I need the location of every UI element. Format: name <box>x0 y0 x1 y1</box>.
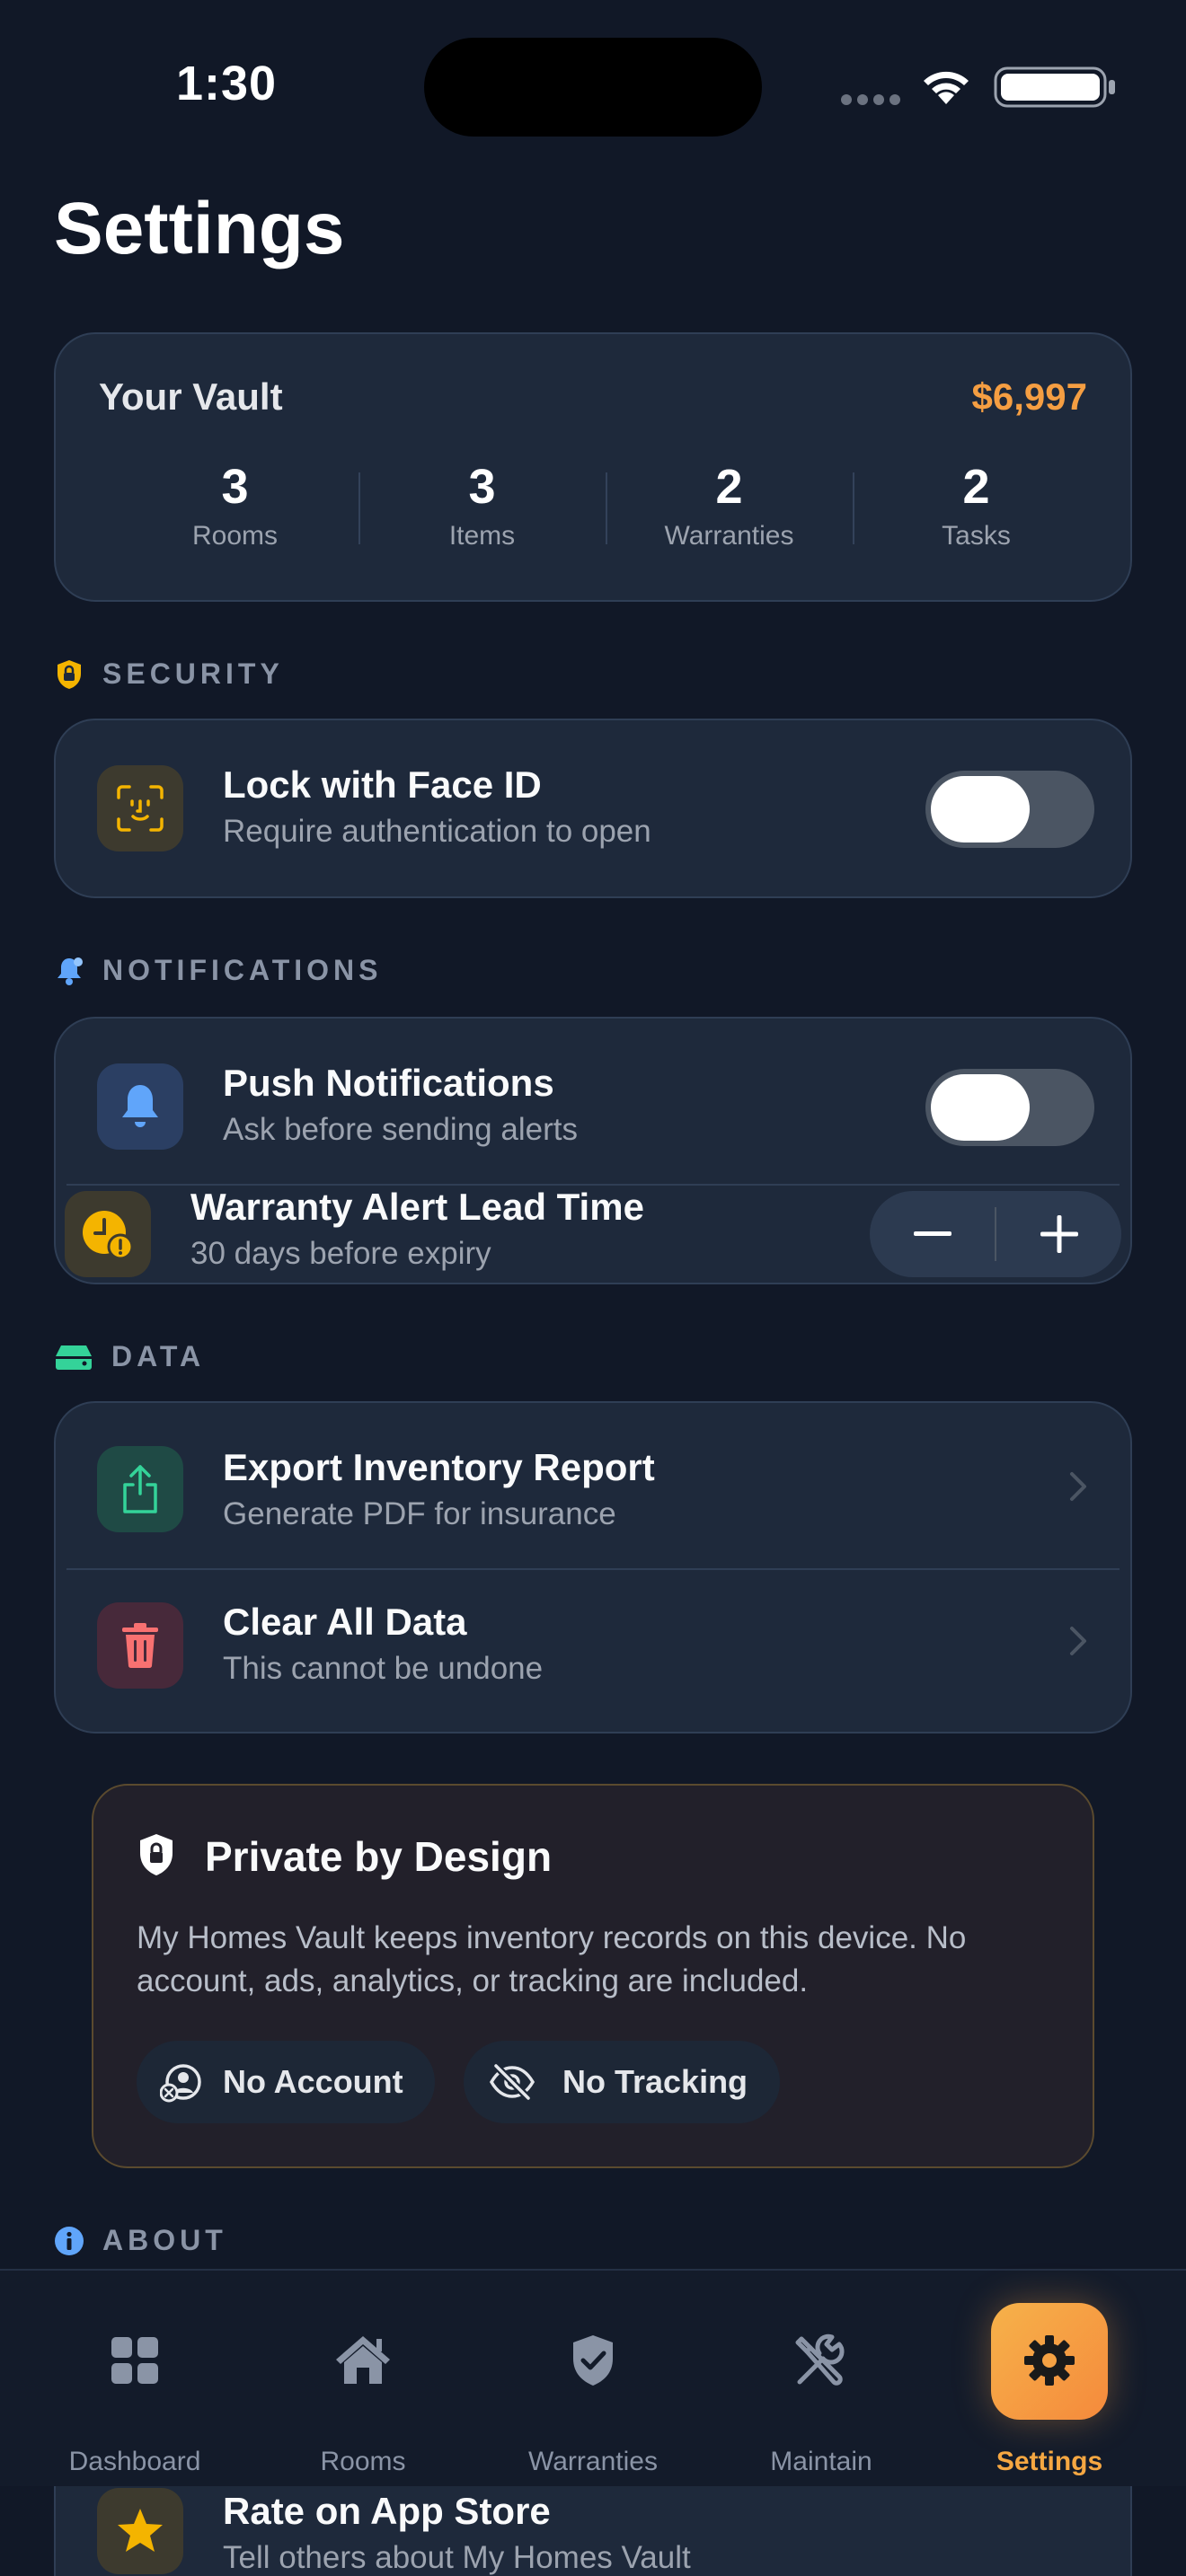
clock-alert-icon <box>65 1191 151 1277</box>
tab-label: Maintain <box>770 2447 872 2476</box>
vault-title: Your Vault <box>99 375 283 418</box>
export-report-subtitle: Generate PDF for insurance <box>223 1496 616 1531</box>
stat-rooms: 3 Rooms <box>111 460 358 559</box>
stat-label: Warranties <box>664 521 794 551</box>
section-label: NOTIFICATIONS <box>102 954 383 986</box>
tab-label: Settings <box>996 2447 1103 2476</box>
bell-icon <box>97 1063 183 1150</box>
tab-rooms[interactable]: Rooms <box>244 2271 482 2486</box>
section-header-notifications: NOTIFICATIONS <box>54 954 383 987</box>
vault-summary-card: Your Vault $6,997 3 Rooms 3 Items 2 Warr… <box>54 332 1132 602</box>
section-header-about: ABOUT <box>54 2224 227 2257</box>
info-icon <box>54 2226 84 2256</box>
rate-app-subtitle: Tell others about My Homes Vault <box>223 2540 691 2575</box>
cellular-signal-icon <box>841 93 906 110</box>
rate-app-row[interactable]: Rate on App Store Tell others about My H… <box>56 2484 1130 2576</box>
section-header-security: SECURITY <box>54 657 284 691</box>
wifi-icon <box>924 71 969 104</box>
warranty-lead-time-row: Warranty Alert Lead Time 30 days before … <box>56 1186 1130 1283</box>
gear-icon <box>1019 2330 1080 2391</box>
stat-label: Tasks <box>942 521 1011 551</box>
tab-settings[interactable]: Settings <box>931 2271 1168 2486</box>
privacy-card: Private by Design My Homes Vault keeps i… <box>92 1784 1094 2168</box>
clear-data-subtitle: This cannot be undone <box>223 1651 544 1686</box>
dynamic-island <box>424 38 762 137</box>
star-icon <box>97 2488 183 2574</box>
face-id-toggle[interactable] <box>925 771 1094 848</box>
vault-total-value: $6,997 <box>971 375 1087 418</box>
bell-badge-icon <box>54 956 84 986</box>
no-tracking-badge: No Tracking <box>464 2041 780 2123</box>
no-tracking-label: No Tracking <box>562 2063 748 2100</box>
person-slash-icon <box>160 2064 201 2103</box>
about-card: Rate on App Store Tell others about My H… <box>54 2484 1132 2576</box>
clear-data-title: Clear All Data <box>223 1601 467 1643</box>
tab-label: Rooms <box>320 2447 406 2476</box>
share-export-icon <box>97 1446 183 1532</box>
privacy-title: Private by Design <box>205 1833 553 1880</box>
push-notifications-title: Push Notifications <box>223 1062 554 1104</box>
decrement-button[interactable] <box>870 1191 995 1277</box>
grid-icon <box>104 2330 165 2391</box>
security-card: Lock with Face ID Require authentication… <box>54 719 1132 898</box>
export-report-title: Export Inventory Report <box>223 1446 655 1488</box>
tab-bar: Dashboard Rooms Warranties Maintain Sett… <box>0 2269 1186 2486</box>
privacy-description: My Homes Vault keeps inventory records o… <box>137 1920 967 1998</box>
stat-label: Items <box>448 521 516 551</box>
section-label: ABOUT <box>102 2224 227 2256</box>
chevron-right-icon <box>1070 1627 1086 1655</box>
lock-shield-icon <box>137 1832 176 1877</box>
tab-label: Dashboard <box>68 2447 201 2476</box>
increment-button[interactable] <box>996 1191 1121 1277</box>
stat-label: Rooms <box>191 521 279 551</box>
section-label: SECURITY <box>102 657 284 690</box>
tab-dashboard[interactable]: Dashboard <box>16 2271 253 2486</box>
tab-maintain[interactable]: Maintain <box>703 2271 940 2486</box>
push-notifications-toggle[interactable] <box>925 1069 1094 1146</box>
stat-warranties: 2 Warranties <box>606 460 853 559</box>
stat-items: 3 Items <box>358 460 606 559</box>
battery-icon <box>994 66 1115 108</box>
house-icon <box>332 2330 394 2391</box>
section-header-data: DATA <box>54 1340 205 1373</box>
lock-shield-icon <box>54 659 84 690</box>
tab-label: Warranties <box>528 2447 658 2476</box>
vault-stats: 3 Rooms 3 Items 2 Warranties 2 Tasks <box>111 460 1100 559</box>
stat-value: 2 <box>962 460 990 514</box>
notifications-card: Push Notifications Ask before sending al… <box>54 1017 1132 1284</box>
data-card: Export Inventory Report Generate PDF for… <box>54 1401 1132 1734</box>
rate-app-title: Rate on App Store <box>223 2490 551 2532</box>
status-time: 1:30 <box>176 57 278 110</box>
stat-tasks: 2 Tasks <box>853 460 1100 559</box>
status-bar: 1:30 <box>0 0 1186 171</box>
trash-icon <box>97 1602 183 1689</box>
tools-icon <box>791 2330 852 2391</box>
section-label: DATA <box>111 1340 206 1372</box>
no-account-label: No Account <box>223 2063 403 2100</box>
push-notifications-row[interactable]: Push Notifications Ask before sending al… <box>56 1019 1130 1184</box>
stat-value: 3 <box>468 460 496 514</box>
chevron-right-icon <box>1070 1472 1086 1501</box>
face-id-icon <box>97 765 183 851</box>
export-report-row[interactable]: Export Inventory Report Generate PDF for… <box>56 1403 1130 1568</box>
no-account-badge: No Account <box>137 2041 435 2123</box>
tab-warranties[interactable]: Warranties <box>474 2271 712 2486</box>
lead-time-stepper <box>870 1191 1121 1277</box>
face-id-row[interactable]: Lock with Face ID Require authentication… <box>56 720 1130 896</box>
page-title: Settings <box>54 188 345 269</box>
stat-value: 2 <box>715 460 743 514</box>
stat-value: 3 <box>221 460 249 514</box>
eye-slash-icon <box>489 2064 535 2100</box>
lead-time-subtitle: 30 days before expiry <box>190 1236 491 1271</box>
push-notifications-subtitle: Ask before sending alerts <box>223 1112 578 1147</box>
face-id-title: Lock with Face ID <box>223 763 542 806</box>
lead-time-title: Warranty Alert Lead Time <box>190 1186 644 1228</box>
clear-data-row[interactable]: Clear All Data This cannot be undone <box>56 1570 1130 1732</box>
drive-icon <box>54 1342 93 1372</box>
face-id-subtitle: Require authentication to open <box>223 814 651 849</box>
shield-check-icon <box>562 2330 624 2391</box>
